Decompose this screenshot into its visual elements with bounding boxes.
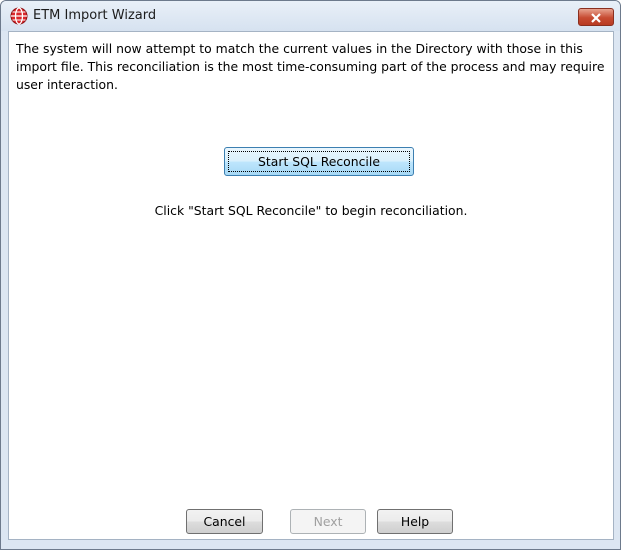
start-sql-reconcile-button[interactable]: Start SQL Reconcile [224,147,414,176]
window-title: ETM Import Wizard [33,8,157,23]
close-icon [590,8,602,27]
instruction-text: Click "Start SQL Reconcile" to begin rec… [154,203,468,218]
next-button[interactable]: Next [290,509,366,534]
title-bar[interactable]: ETM Import Wizard [1,1,620,31]
start-sql-reconcile-label: Start SQL Reconcile [228,151,410,172]
wizard-window: ETM Import Wizard The system will now at… [0,0,621,550]
description-text: The system will now attempt to match the… [16,41,605,92]
close-button[interactable] [578,8,614,26]
help-button[interactable]: Help [377,509,453,534]
cancel-button[interactable]: Cancel [186,509,263,534]
wizard-content-panel: The system will now attempt to match the… [8,31,614,540]
globe-icon [10,7,28,25]
